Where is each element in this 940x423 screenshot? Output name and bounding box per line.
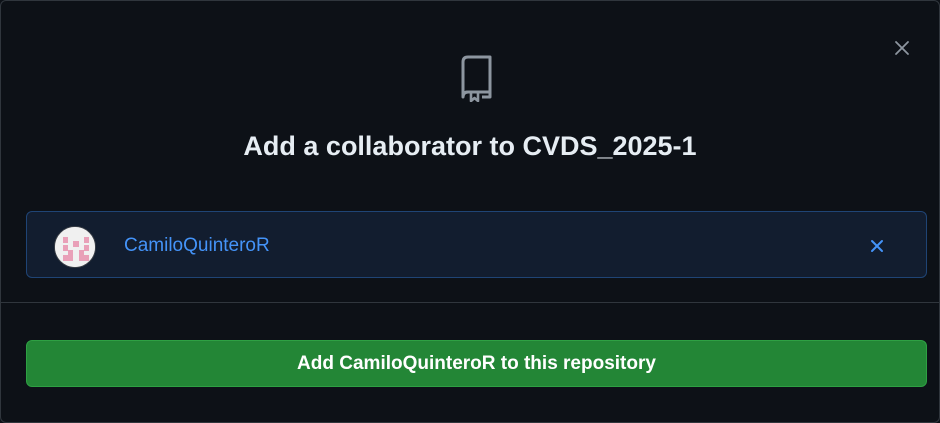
close-icon — [871, 240, 883, 252]
user-avatar — [54, 226, 96, 268]
repo-icon — [461, 55, 492, 102]
add-collaborator-button[interactable]: Add CamiloQuinteroR to this repository — [26, 340, 927, 387]
selected-username[interactable]: CamiloQuinteroR — [124, 234, 270, 258]
selected-user-row: CamiloQuinteroR — [26, 211, 927, 278]
close-icon — [895, 41, 909, 55]
dialog-title-prefix: Add a collaborator to — [243, 131, 523, 161]
identicon-avatar-icon — [55, 227, 95, 267]
divider — [1, 302, 940, 303]
close-dialog-button[interactable] — [891, 37, 913, 59]
remove-user-button[interactable] — [868, 237, 886, 255]
repository-name: CVDS_2025-1 — [522, 131, 697, 161]
add-collaborator-dialog: Add a collaborator to CVDS_2025-1 Camilo… — [0, 0, 940, 423]
dialog-title: Add a collaborator to CVDS_2025-1 — [1, 129, 939, 163]
